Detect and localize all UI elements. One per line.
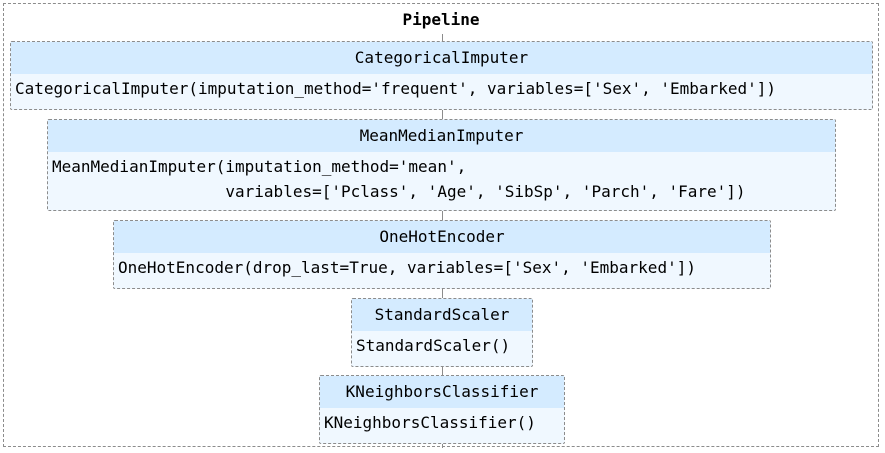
step-one-hot-encoder[interactable]: OneHotEncoder OneHotEncoder(drop_last=Tr…	[113, 220, 771, 289]
step-kneighbors-classifier[interactable]: KNeighborsClassifier KNeighborsClassifie…	[319, 375, 565, 444]
step-params: KNeighborsClassifier()	[324, 413, 536, 432]
step-standard-scaler[interactable]: StandardScaler StandardScaler()	[351, 298, 533, 367]
step-params: StandardScaler()	[356, 336, 511, 355]
step-label[interactable]: OneHotEncoder	[114, 221, 770, 253]
step-mean-median-imputer[interactable]: MeanMedianImputer MeanMedianImputer(impu…	[47, 119, 836, 211]
pipeline-container: Pipeline CategoricalImputer CategoricalI…	[3, 3, 879, 448]
step-params: MeanMedianImputer(imputation_method='mea…	[52, 157, 746, 201]
step-label[interactable]: StandardScaler	[352, 299, 532, 331]
step-label[interactable]: KNeighborsClassifier	[320, 376, 564, 408]
pipeline-title[interactable]: Pipeline	[4, 11, 878, 29]
step-label[interactable]: MeanMedianImputer	[48, 120, 835, 152]
step-categorical-imputer[interactable]: CategoricalImputer CategoricalImputer(im…	[10, 41, 873, 110]
step-label[interactable]: CategoricalImputer	[11, 42, 872, 74]
step-params: CategoricalImputer(imputation_method='fr…	[15, 79, 776, 98]
step-params: OneHotEncoder(drop_last=True, variables=…	[118, 258, 696, 277]
